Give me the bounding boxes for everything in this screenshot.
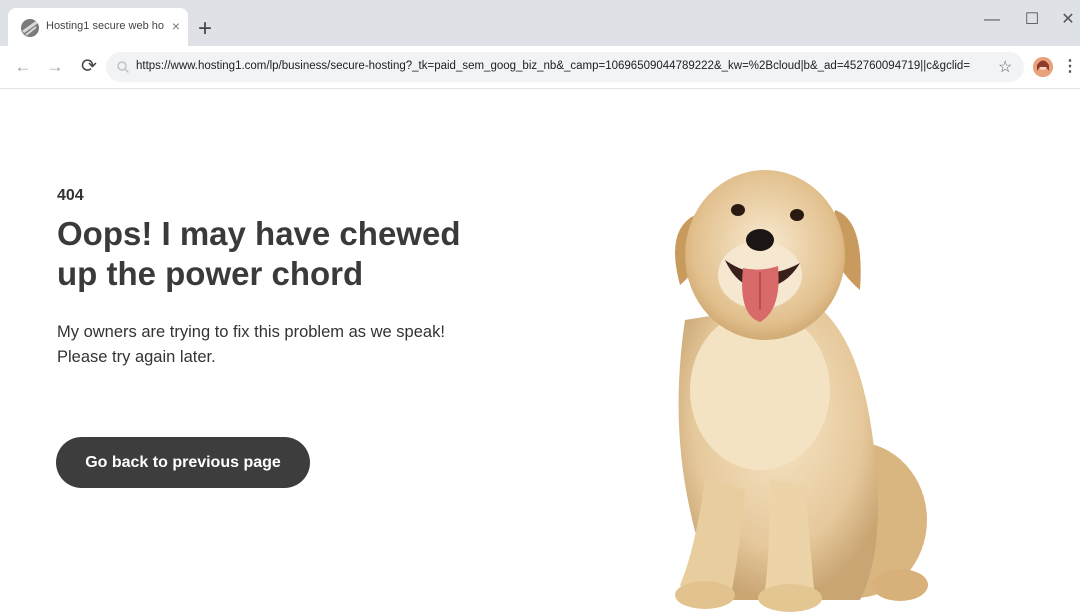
new-tab-button[interactable]: + bbox=[194, 17, 216, 41]
back-arrow-icon[interactable]: ← bbox=[12, 56, 34, 78]
tab-strip: Hosting1 secure web ho... × + — ☐ ✕ bbox=[0, 0, 1080, 46]
person-icon bbox=[1033, 57, 1053, 77]
error-code: 404 bbox=[57, 187, 84, 204]
maximize-button[interactable]: ☐ bbox=[1020, 10, 1044, 30]
browser-tab[interactable]: Hosting1 secure web ho... × bbox=[8, 8, 188, 46]
address-bar[interactable]: https://www.hosting1.com/lp/business/sec… bbox=[106, 52, 1024, 82]
minimize-button[interactable]: — bbox=[980, 10, 1004, 30]
error-headline: Oops! I may have chewed up the power cho… bbox=[57, 215, 461, 292]
search-icon bbox=[117, 61, 130, 74]
tab-title: Hosting1 secure web ho... bbox=[46, 20, 164, 32]
bookmark-star-icon[interactable]: ☆ bbox=[998, 57, 1012, 77]
puppy-illustration bbox=[675, 170, 928, 612]
error-message: My owners are trying to fix this problem… bbox=[57, 323, 445, 366]
tab-close-icon[interactable]: × bbox=[168, 18, 184, 34]
reload-icon[interactable]: ⟳ bbox=[78, 56, 100, 78]
url-text[interactable]: https://www.hosting1.com/lp/business/sec… bbox=[136, 60, 991, 72]
globe-icon bbox=[21, 19, 39, 37]
close-window-button[interactable]: ✕ bbox=[1056, 10, 1080, 30]
go-back-button[interactable]: Go back to previous page bbox=[56, 437, 310, 488]
browser-menu-icon[interactable]: ⋮ bbox=[1062, 56, 1078, 78]
browser-toolbar: ← → ⟳ https://www.hosting1.com/lp/busine… bbox=[0, 46, 1080, 89]
profile-avatar[interactable] bbox=[1033, 57, 1053, 77]
forward-arrow-icon[interactable]: → bbox=[44, 56, 66, 78]
